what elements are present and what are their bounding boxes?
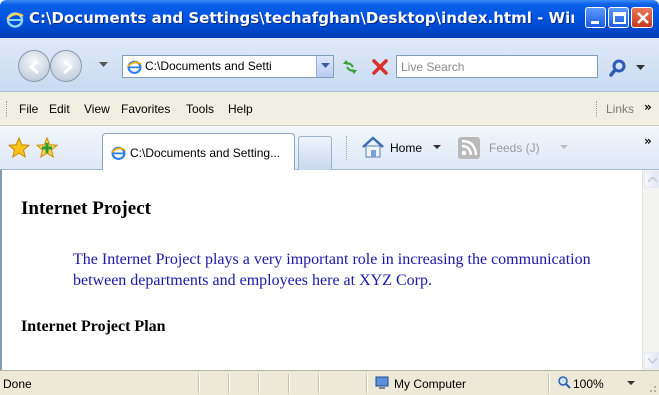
favorites-center-star-icon[interactable] xyxy=(7,136,31,160)
window-title: C:\Documents and Settings\techafghan\Des… xyxy=(29,9,574,27)
status-divider xyxy=(318,374,320,393)
stop-icon[interactable] xyxy=(369,56,391,78)
zoom-dropdown-icon[interactable] xyxy=(627,381,635,386)
status-divider xyxy=(258,374,260,393)
page-heading: Internet Project xyxy=(21,198,151,219)
chevron-down-icon xyxy=(648,358,657,364)
maximize-icon xyxy=(613,12,626,24)
tab-current-page[interactable]: C:\Documents and Setting... xyxy=(102,133,295,170)
scroll-down-button[interactable] xyxy=(644,352,659,369)
feeds-button[interactable]: Feeds (J) xyxy=(489,141,540,155)
tab-label: C:\Documents and Setting... xyxy=(130,146,281,160)
new-tab-button[interactable] xyxy=(298,136,332,170)
menu-bar: File Edit View Favorites Tools Help Link… xyxy=(0,92,659,126)
zoom-icon[interactable] xyxy=(557,375,571,389)
page-content: Internet Project The Internet Project pl… xyxy=(0,170,659,370)
status-divider xyxy=(366,374,368,393)
my-computer-icon xyxy=(375,376,389,389)
feeds-icon[interactable] xyxy=(457,136,481,160)
status-divider xyxy=(548,374,550,393)
command-bar-overflow-icon[interactable]: » xyxy=(644,134,652,148)
search-box[interactable] xyxy=(396,55,598,78)
home-button[interactable]: Home xyxy=(390,141,422,155)
title-bar[interactable]: C:\Documents and Settings\techafghan\Des… xyxy=(0,0,659,38)
address-bar[interactable]: C:\Documents and Setti xyxy=(122,55,334,78)
status-text: Done xyxy=(3,377,32,391)
home-dropdown-icon[interactable] xyxy=(433,145,441,150)
search-icon[interactable] xyxy=(608,58,628,78)
address-dropdown-button[interactable] xyxy=(316,56,333,77)
minimize-button[interactable] xyxy=(585,7,606,28)
navigation-bar: C:\Documents and Setti xyxy=(0,38,659,92)
menu-help[interactable]: Help xyxy=(228,102,253,116)
feeds-dropdown-icon[interactable] xyxy=(560,145,568,150)
home-icon[interactable] xyxy=(360,135,386,159)
add-to-favorites-icon[interactable] xyxy=(35,136,59,160)
status-divider xyxy=(198,374,200,393)
links-overflow-icon[interactable]: » xyxy=(644,100,652,114)
maximize-button[interactable] xyxy=(608,7,629,28)
vertical-scrollbar[interactable] xyxy=(642,170,659,370)
status-divider xyxy=(288,374,290,393)
security-zone-label[interactable]: My Computer xyxy=(394,377,466,391)
links-grip[interactable] xyxy=(596,101,597,117)
toolbar-grip[interactable] xyxy=(6,101,8,117)
search-options-dropdown-icon[interactable] xyxy=(636,65,645,71)
close-button[interactable] xyxy=(631,7,653,28)
back-icon xyxy=(28,59,39,75)
close-icon xyxy=(637,12,649,24)
menu-view[interactable]: View xyxy=(84,102,110,116)
status-divider xyxy=(228,374,230,393)
back-button[interactable] xyxy=(18,50,50,82)
search-input[interactable] xyxy=(401,58,591,76)
scroll-up-button[interactable] xyxy=(644,171,659,188)
ie-logo-icon xyxy=(6,12,24,28)
menu-edit[interactable]: Edit xyxy=(49,102,70,116)
recent-pages-dropdown-icon[interactable] xyxy=(99,62,108,68)
menu-file[interactable]: File xyxy=(19,102,38,116)
menu-tools[interactable]: Tools xyxy=(186,102,214,116)
links-button[interactable]: Links xyxy=(606,102,634,116)
forward-icon xyxy=(63,59,74,75)
page-paragraph: The Internet Project plays a very import… xyxy=(73,251,591,289)
chevron-up-icon xyxy=(648,177,657,183)
page-subheading: Internet Project Plan xyxy=(21,318,166,335)
status-bar: Done My Computer 100% xyxy=(0,370,659,395)
menu-favorites[interactable]: Favorites xyxy=(121,102,170,116)
chevron-down-icon xyxy=(321,63,330,68)
page-icon xyxy=(127,60,142,74)
tab-bar: C:\Documents and Setting... Home Feeds (… xyxy=(0,126,659,170)
resize-grip-icon[interactable] xyxy=(645,381,657,393)
zoom-level[interactable]: 100% xyxy=(573,377,604,391)
forward-button[interactable] xyxy=(50,50,82,82)
page-icon xyxy=(111,146,126,160)
command-bar-grip[interactable] xyxy=(346,136,347,160)
minimize-icon xyxy=(591,21,599,24)
refresh-icon[interactable] xyxy=(339,56,361,78)
address-text[interactable]: C:\Documents and Setti xyxy=(145,59,295,73)
